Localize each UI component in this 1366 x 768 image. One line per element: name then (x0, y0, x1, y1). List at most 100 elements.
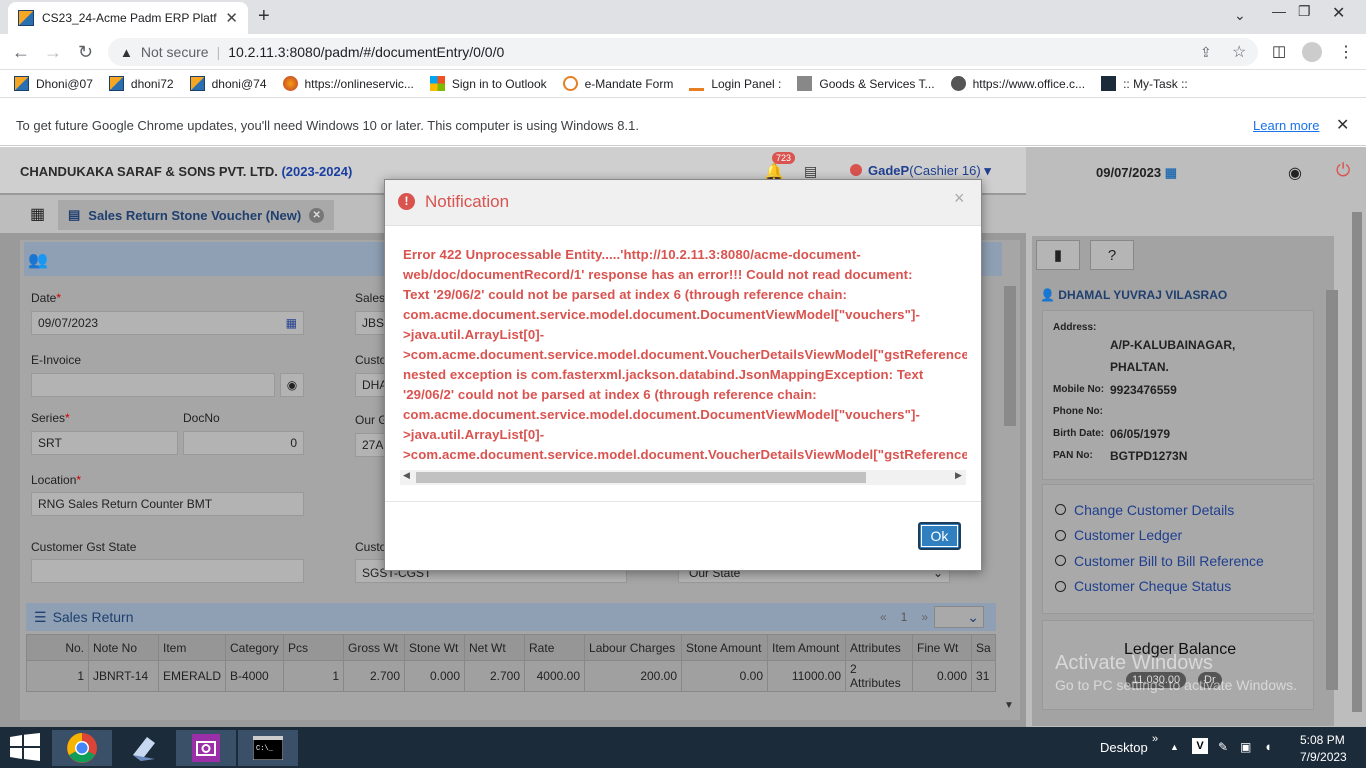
close-infobar-icon[interactable]: ✕ (1336, 115, 1349, 135)
scroll-right-icon[interactable]: ▶ (955, 470, 962, 481)
column-header[interactable]: Fine Wt (912, 634, 973, 661)
column-header[interactable]: Gross Wt (343, 634, 406, 661)
address-line2: PHALTAN. (1110, 360, 1169, 374)
close-tab-icon[interactable]: ✕ (225, 9, 238, 27)
column-header[interactable]: Item Amount (767, 634, 847, 661)
page-number[interactable]: 1 (901, 610, 908, 624)
column-header[interactable]: Net Wt (464, 634, 526, 661)
series-input[interactable]: SRT (31, 431, 178, 455)
column-header[interactable]: Stone Wt (404, 634, 466, 661)
customer-gst-state-input[interactable] (31, 559, 304, 583)
omnibox[interactable]: ▲ Not secure | 10.2.11.3:8080/padm/#/doc… (108, 38, 1258, 66)
einvoice-input[interactable] (31, 373, 275, 397)
reload-icon[interactable]: ↻ (78, 42, 93, 63)
column-header[interactable]: Pcs (283, 634, 345, 661)
learn-more-link[interactable]: Learn more (1253, 118, 1319, 133)
volume-icon[interactable]: ◖ (1264, 739, 1272, 754)
column-header[interactable]: Category (225, 634, 285, 661)
show-hidden-icons-icon[interactable]: ▲ (1170, 742, 1179, 752)
grid-menu-icon[interactable]: ▦ (30, 204, 45, 224)
profile-avatar-icon[interactable] (1302, 42, 1322, 62)
back-icon[interactable]: ← (12, 42, 30, 63)
scrollbar-thumb[interactable] (416, 472, 866, 483)
bookmark-item[interactable]: :: My-Task :: (1101, 76, 1188, 91)
command-prompt-taskbar-icon[interactable]: C:\_ (238, 730, 298, 766)
customer-panel-scrollbar[interactable] (1326, 290, 1338, 690)
column-header[interactable]: Labour Charges (584, 634, 683, 661)
power-icon[interactable]: ⏻ (1336, 160, 1350, 181)
clock-time[interactable]: 5:08 PM (1300, 733, 1345, 747)
column-header[interactable]: Stone Amount (681, 634, 769, 661)
user-menu[interactable]: GadeP(Cashier 16) ▾ (850, 163, 991, 179)
next-page-icon[interactable]: » (921, 610, 928, 624)
customer-input[interactable]: DHA (355, 373, 387, 397)
column-header[interactable]: No. (26, 634, 89, 661)
column-header[interactable]: Attributes (845, 634, 914, 661)
close-document-tab-icon[interactable]: ✕ (309, 207, 325, 223)
restore-icon[interactable]: ❐ (1298, 3, 1311, 20)
toolbar-expand-icon[interactable]: » (1152, 733, 1158, 745)
calendar-icon[interactable]: ▦ (286, 316, 297, 330)
table-cell: 0.000 (404, 660, 466, 692)
ok-button[interactable]: Ok (918, 522, 961, 550)
eye-slash-icon[interactable]: ◉ (1288, 163, 1302, 183)
scroll-left-icon[interactable]: ◀ (403, 470, 410, 481)
einvoice-info-icon[interactable]: ◉ (280, 373, 304, 397)
help-icon[interactable]: ? (1090, 240, 1134, 270)
side-panel-icon[interactable]: ◫ (1272, 42, 1286, 60)
column-header[interactable]: Sa (971, 634, 996, 661)
windows-start-icon[interactable] (10, 733, 40, 764)
bookmark-star-icon[interactable]: ☆ (1232, 42, 1246, 62)
bookmark-item[interactable]: https://www.office.c... (950, 76, 1085, 91)
column-header[interactable]: Rate (524, 634, 586, 661)
our-gst-input[interactable]: 27A (355, 433, 385, 457)
right-scrollbar[interactable] (1352, 212, 1362, 712)
share-icon[interactable]: ⇪ (1200, 44, 1212, 61)
bookmark-item[interactable]: Goods & Services T... (797, 76, 935, 91)
menu-kebab-icon[interactable]: ⋮ (1338, 42, 1354, 62)
close-dialog-icon[interactable]: × (954, 188, 965, 209)
file-explorer-taskbar-icon[interactable] (114, 730, 174, 766)
form-scrollbar[interactable] (1004, 286, 1016, 426)
docno-input[interactable]: 0 (183, 431, 304, 455)
scroll-down-icon[interactable]: ▼ (1004, 700, 1014, 711)
page-size-select[interactable]: ⌄ (934, 606, 984, 628)
column-header[interactable]: Note No (88, 634, 159, 661)
bookmark-item[interactable]: https://onlineservic... (282, 76, 414, 91)
url-text[interactable]: 10.2.11.3:8080/padm/#/documentEntry/0/0/… (228, 44, 504, 60)
header-date[interactable]: 09/07/2023 ▦ (1096, 165, 1177, 181)
bookmark-item[interactable]: Sign in to Outlook (429, 76, 547, 91)
error-message-container[interactable]: Error 422 Unprocessable Entity.....'http… (403, 245, 967, 467)
chrome-taskbar-icon[interactable] (52, 730, 112, 766)
clock-date[interactable]: 7/9/2023 (1300, 750, 1347, 764)
news-icon[interactable]: ▤ (804, 163, 817, 180)
network-icon[interactable]: ▣ (1240, 740, 1251, 754)
book-icon[interactable]: ▮ (1036, 240, 1080, 270)
bill-to-bill-reference-link[interactable]: Customer Bill to Bill Reference (1055, 548, 1301, 574)
change-customer-details-link[interactable]: Change Customer Details (1055, 497, 1301, 523)
tray-pen-icon[interactable]: ✎ (1218, 740, 1228, 754)
forward-icon[interactable]: → (44, 42, 62, 63)
date-input[interactable]: 09/07/2023 ▦ (31, 311, 304, 335)
tab-search-chevron-icon[interactable]: ⌄ (1234, 7, 1246, 24)
bookmark-item[interactable]: Login Panel : (689, 76, 781, 91)
new-tab-icon[interactable]: + (258, 5, 270, 28)
document-tab[interactable]: ▤ Sales Return Stone Voucher (New) ✕ (58, 200, 335, 230)
desktop-toolbar-label[interactable]: Desktop (1100, 740, 1148, 755)
close-window-icon[interactable]: ✕ (1332, 3, 1345, 23)
bookmark-item[interactable]: Dhoni@07 (14, 76, 93, 91)
cheque-status-link[interactable]: Customer Cheque Status (1055, 574, 1301, 600)
browser-tab[interactable]: CS23_24-Acme Padm ERP Platfor ✕ (8, 2, 248, 34)
table-row[interactable]: 1 JBNRT-14 EMERALD B-4000 1 2.700 0.000 … (26, 660, 996, 692)
tray-app-icon[interactable]: V (1192, 738, 1208, 754)
customer-ledger-link[interactable]: Customer Ledger (1055, 523, 1301, 549)
prev-page-icon[interactable]: « (880, 610, 887, 624)
bookmark-item[interactable]: e-Mandate Form (562, 76, 673, 91)
column-header[interactable]: Item (157, 634, 227, 661)
sales-input[interactable]: JBS (355, 311, 385, 335)
bookmark-item[interactable]: dhoni@74 (189, 76, 267, 91)
camera-taskbar-icon[interactable] (176, 730, 236, 766)
bookmark-item[interactable]: dhoni72 (108, 76, 174, 91)
minimize-icon[interactable]: — (1272, 3, 1286, 19)
location-input[interactable]: RNG Sales Return Counter BMT (31, 492, 304, 516)
